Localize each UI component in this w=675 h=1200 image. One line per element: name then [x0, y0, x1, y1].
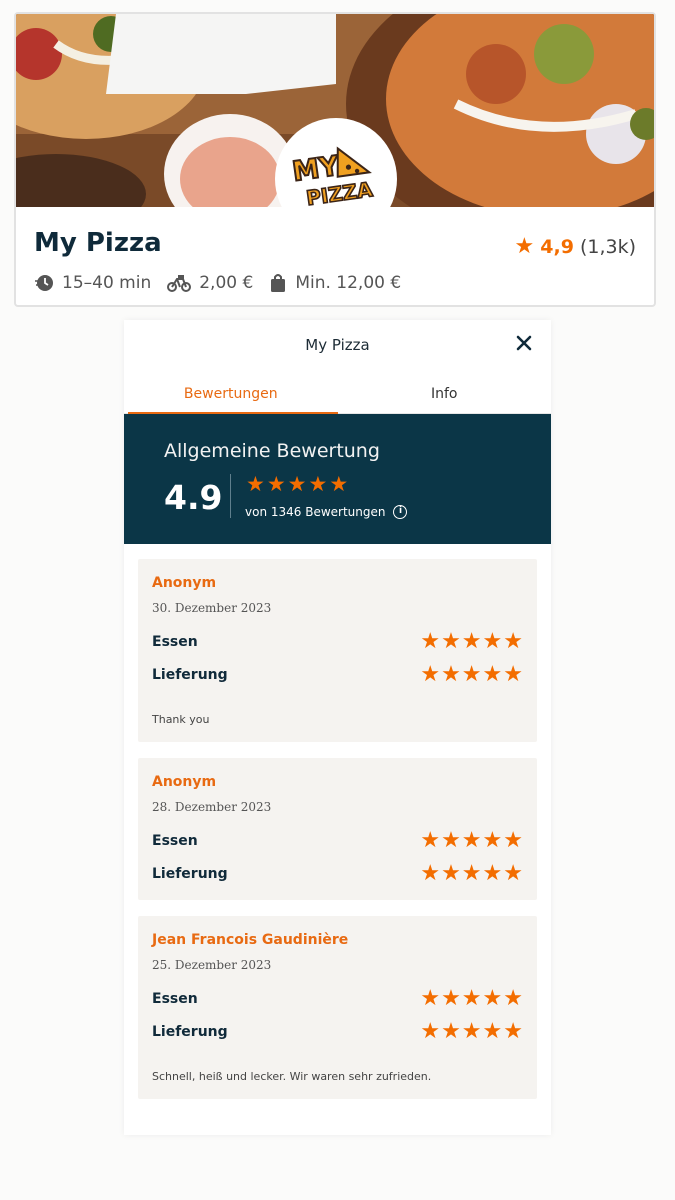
delivery-stars: ★ ★ ★ ★ ★ — [419, 1019, 523, 1044]
star-icon: ★ — [503, 629, 523, 654]
info-icon[interactable]: i — [393, 505, 408, 519]
summary-score: 4.9 — [164, 478, 223, 517]
star-icon: ★ — [461, 662, 482, 687]
bike-icon — [167, 275, 192, 292]
star-icon: ★ — [420, 1019, 441, 1044]
food-rating-row: Essen ★ ★ ★ ★ ★ — [152, 986, 523, 1011]
delivery-rating-row: Lieferung ★ ★ ★ ★ ★ — [152, 662, 523, 687]
star-icon: ★ — [482, 629, 503, 654]
star-icon: ★ — [482, 828, 503, 853]
summary-count-text: von 1346 Bewertungen — [245, 505, 386, 519]
review-date: 30. Dezember 2023 — [152, 601, 272, 615]
modal-header: My Pizza — [124, 320, 551, 372]
star-icon: ★ — [420, 629, 441, 654]
food-rating-row: Essen ★ ★ ★ ★ ★ — [152, 629, 523, 654]
restaurant-rating: ★ 4,9 (1,3k) — [515, 234, 636, 259]
delivery-rating-row: Lieferung ★ ★ ★ ★ ★ — [152, 1019, 523, 1044]
star-icon: ★ — [246, 472, 265, 496]
review-comment: Thank you — [152, 713, 210, 726]
reviewer-name: Anonym — [152, 575, 217, 591]
food-label: Essen — [152, 833, 198, 849]
food-label: Essen — [152, 634, 198, 650]
tab-bewertungen[interactable]: Bewertungen — [124, 372, 338, 414]
restaurant-name: My Pizza — [34, 228, 162, 258]
min-order: Min. 12,00 € — [269, 273, 401, 293]
star-icon: ★ — [420, 662, 441, 687]
review-date: 25. Dezember 2023 — [152, 958, 272, 972]
star-icon: ★ — [441, 986, 461, 1011]
star-icon: ★ — [514, 234, 535, 259]
clock-icon — [35, 275, 53, 291]
star-icon: ★ — [461, 1019, 482, 1044]
star-icon: ★ — [461, 629, 482, 654]
reviewer-name: Anonym — [152, 774, 217, 790]
reviewer-name: Jean Francois Gaudinière — [152, 932, 349, 948]
star-icon: ★ — [441, 1019, 461, 1044]
restaurant-card[interactable]: MY PIZZA My Pizza ★ 4,9 (1,3k) 15–40 min — [14, 12, 656, 307]
close-icon[interactable] — [515, 334, 533, 352]
modal-tabs: Bewertungen Info — [124, 372, 551, 414]
delivery-label: Lieferung — [152, 866, 228, 882]
star-icon: ★ — [420, 828, 441, 853]
min-order-text: Min. 12,00 € — [295, 273, 402, 293]
food-stars: ★ ★ ★ ★ ★ — [419, 986, 523, 1011]
review-comment: Schnell, heiß und lecker. Wir waren sehr… — [152, 1070, 432, 1083]
delivery-fee: 2,00 € — [167, 273, 253, 293]
star-icon: ★ — [461, 828, 482, 853]
reviews-modal: My Pizza Bewertungen Info Allgemeine Bew… — [124, 320, 551, 1135]
star-icon: ★ — [482, 1019, 503, 1044]
star-icon: ★ — [503, 828, 523, 853]
star-icon: ★ — [420, 986, 441, 1011]
rating-count: (1,3k) — [579, 235, 636, 258]
food-stars: ★ ★ ★ ★ ★ — [419, 828, 523, 853]
delivery-time: 15–40 min — [34, 273, 151, 293]
review-card: Jean Francois Gaudinière 25. Dezember 20… — [138, 916, 537, 1099]
star-icon: ★ — [503, 662, 523, 687]
star-icon: ★ — [503, 1019, 523, 1044]
star-icon: ★ — [308, 472, 328, 496]
delivery-time-text: 15–40 min — [62, 273, 152, 293]
delivery-stars: ★ ★ ★ ★ ★ — [419, 662, 523, 687]
summary-count: von 1346 Bewertungen i — [245, 505, 408, 519]
star-icon: ★ — [482, 662, 503, 687]
review-card: Anonym 30. Dezember 2023 Essen ★ ★ ★ ★ ★ Lie… — [138, 559, 537, 742]
close-button[interactable] — [515, 334, 533, 352]
rating-summary: Allgemeine Bewertung 4.9 ★ ★ ★ ★ ★ von 1… — [124, 414, 551, 544]
star-icon: ★ — [441, 861, 461, 886]
review-card: Anonym 28. Dezember 2023 Essen ★ ★ ★ ★ ★ Lie… — [138, 758, 537, 900]
star-icon: ★ — [441, 828, 461, 853]
star-icon: ★ — [503, 861, 523, 886]
restaurant-meta: 15–40 min 2,00 € Min. 12,00 € — [34, 273, 417, 293]
tab-info[interactable]: Info — [338, 372, 552, 413]
star-icon: ★ — [329, 472, 349, 496]
delivery-label: Lieferung — [152, 1024, 228, 1040]
delivery-stars: ★ ★ ★ ★ ★ — [419, 861, 523, 886]
bag-icon — [271, 274, 286, 292]
star-icon: ★ — [482, 861, 503, 886]
reviews-list: Anonym 30. Dezember 2023 Essen ★ ★ ★ ★ ★ Lie… — [124, 544, 551, 1114]
star-icon: ★ — [461, 861, 482, 886]
divider — [230, 474, 231, 518]
delivery-label: Lieferung — [152, 667, 228, 683]
star-icon: ★ — [441, 629, 461, 654]
star-icon: ★ — [503, 986, 523, 1011]
summary-stars: ★ ★ ★ ★ ★ — [246, 472, 350, 496]
star-icon: ★ — [461, 986, 482, 1011]
review-date: 28. Dezember 2023 — [152, 800, 272, 814]
food-rating-row: Essen ★ ★ ★ ★ ★ — [152, 828, 523, 853]
star-icon: ★ — [441, 662, 461, 687]
summary-title: Allgemeine Bewertung — [164, 440, 380, 462]
star-icon: ★ — [287, 472, 307, 496]
restaurant-logo: MY PIZZA — [275, 118, 397, 240]
star-icon: ★ — [482, 986, 503, 1011]
food-label: Essen — [152, 991, 198, 1007]
food-stars: ★ ★ ★ ★ ★ — [419, 629, 523, 654]
modal-title: My Pizza — [305, 336, 370, 354]
star-icon: ★ — [266, 472, 286, 496]
delivery-fee-text: 2,00 € — [199, 273, 254, 293]
delivery-rating-row: Lieferung ★ ★ ★ ★ ★ — [152, 861, 523, 886]
rating-value: 4,9 — [540, 235, 574, 258]
star-icon: ★ — [420, 861, 441, 886]
